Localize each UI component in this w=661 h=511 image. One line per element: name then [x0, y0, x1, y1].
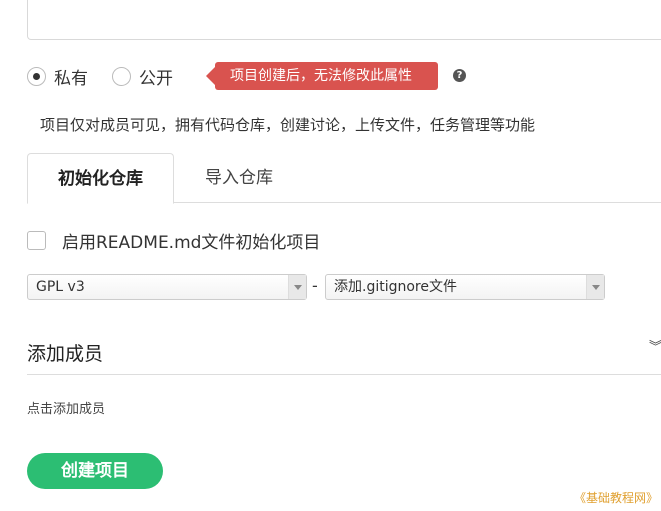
description-textarea[interactable] — [27, 0, 661, 40]
license-select[interactable]: GPL v3 — [27, 274, 307, 300]
radio-public[interactable]: 公开 — [112, 64, 173, 89]
radio-private-label: 私有 — [54, 69, 88, 89]
watermark: 《基础教程网》 — [574, 491, 659, 505]
radio-private[interactable]: 私有 — [27, 64, 88, 89]
create-project-button[interactable]: 创建项目 — [27, 453, 163, 489]
help-icon[interactable]: ? — [453, 69, 466, 82]
license-select-value: GPL v3 — [36, 279, 85, 295]
chevron-down-icon[interactable] — [288, 275, 306, 299]
readme-label: 启用README.md文件初始化项目 — [62, 233, 321, 253]
radio-private-circle[interactable] — [27, 67, 46, 86]
add-members-link[interactable]: 点击添加成员 — [27, 398, 105, 417]
tab-import-repo[interactable]: 导入仓库 — [174, 153, 304, 203]
gitignore-select[interactable]: 添加.gitignore文件 — [325, 274, 605, 300]
readme-option: 启用README.md文件初始化项目 — [27, 228, 320, 253]
radio-public-label: 公开 — [139, 69, 173, 89]
select-separator: - — [312, 276, 318, 295]
tab-init-repo[interactable]: 初始化仓库 — [27, 153, 174, 204]
double-chevron-down-icon[interactable]: ︾ — [649, 341, 661, 354]
radio-public-circle[interactable] — [112, 67, 131, 86]
chevron-down-icon[interactable] — [586, 275, 604, 299]
add-members-section[interactable]: 添加成员 ︾ — [27, 337, 661, 375]
repo-tabs: 初始化仓库 导入仓库 — [27, 153, 661, 204]
readme-checkbox[interactable] — [27, 231, 46, 250]
visibility-options: 私有 公开 项目创建后，无法修改此属性 ? — [27, 62, 627, 90]
gitignore-select-value: 添加.gitignore文件 — [334, 279, 457, 295]
visibility-description: 项目仅对成员可见，拥有代码仓库，创建讨论，上传文件，任务管理等功能 — [40, 116, 536, 134]
add-members-title: 添加成员 — [27, 343, 104, 365]
visibility-warning-tag: 项目创建后，无法修改此属性 — [206, 62, 438, 90]
